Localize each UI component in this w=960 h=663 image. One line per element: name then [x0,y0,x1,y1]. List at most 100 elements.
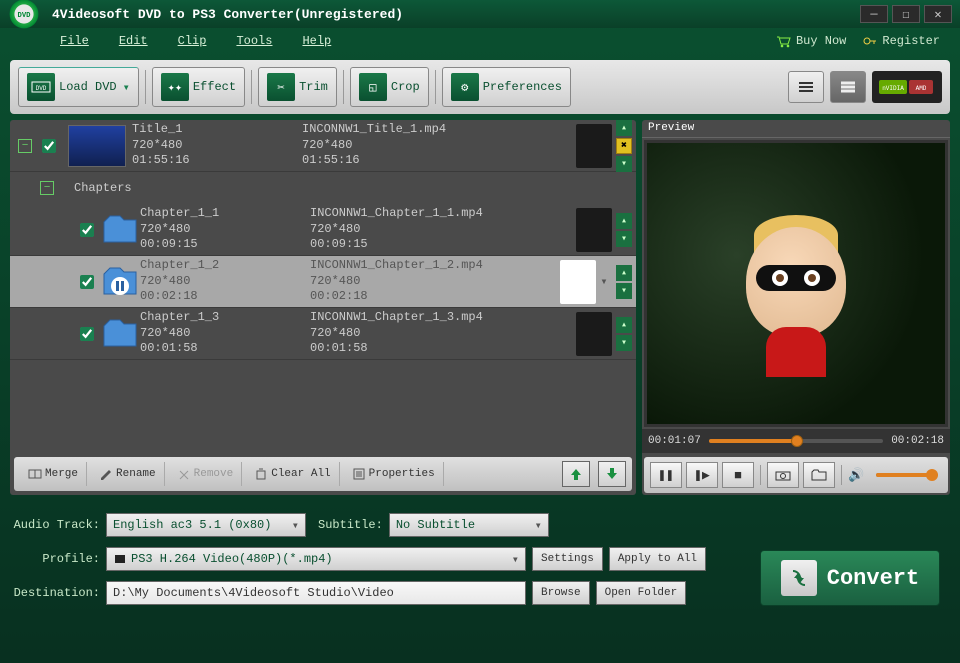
profile-label: Profile: [10,552,100,566]
chapters-header: − Chapters [10,172,636,204]
register-link[interactable]: Register [862,34,940,48]
settings-button[interactable]: Settings [532,547,603,571]
list-toolbar: Merge Rename Remove Clear All Properties [14,457,632,491]
step-button[interactable]: ❚▶ [686,462,718,488]
output-format-icon[interactable] [560,260,596,304]
camera-icon [775,469,791,481]
chapter-row[interactable]: Chapter_1_2720*48000:02:18 INCONNW1_Chap… [10,256,636,308]
audio-track-label: Audio Track: [10,518,100,532]
chapters-collapse-toggle[interactable]: − [40,181,54,195]
chapter-playing-icon [100,264,140,300]
ps3-icon [113,552,127,566]
rename-button[interactable]: Rename [91,462,165,486]
effect-button[interactable]: ✦✦ Effect [152,67,245,107]
destination-label: Destination: [10,586,100,600]
chapter-checkbox[interactable] [80,327,94,341]
status-down-icon[interactable]: ▾ [616,156,632,172]
app-logo-icon: DVD [8,0,40,30]
status-down-icon[interactable]: ▾ [616,335,632,351]
subtitle-label: Subtitle: [318,518,383,532]
format-dropdown[interactable]: ▾ [596,260,612,304]
menu-tools[interactable]: Tools [236,34,272,48]
properties-button[interactable]: Properties [344,462,444,486]
trim-button[interactable]: ✂ Trim [258,67,337,107]
title-checkbox[interactable] [42,139,56,153]
apply-to-all-button[interactable]: Apply to All [609,547,706,571]
destination-input[interactable]: D:\My Documents\4Videosoft Studio\Video [106,581,526,605]
volume-icon[interactable]: 🔊 [848,468,864,483]
list-view-button[interactable] [788,71,824,103]
title-thumbnail [68,125,126,167]
stop-button[interactable]: ■ [722,462,754,488]
open-folder-button[interactable]: Open Folder [596,581,687,605]
chapter-row[interactable]: Chapter_1_1720*48000:09:15 INCONNW1_Chap… [10,204,636,256]
move-down-button[interactable] [598,461,626,487]
svg-text:DVD: DVD [36,85,47,92]
chapter-icon [100,212,140,248]
status-warn-icon[interactable]: ✖ [616,138,632,154]
load-dvd-button[interactable]: DVD Load DVD▾ [18,67,139,107]
output-format-icon[interactable] [576,312,612,356]
pause-button[interactable]: ❚❚ [650,462,682,488]
subtitle-combo[interactable]: No Subtitle▾ [389,513,549,537]
key-icon [862,34,878,48]
menu-clip[interactable]: Clip [178,34,207,48]
chapter-checkbox[interactable] [80,223,94,237]
snapshot-button[interactable] [767,462,799,488]
preview-video[interactable] [644,140,948,427]
preview-panel: Preview 00:01:07 [642,120,950,495]
volume-slider[interactable] [876,473,938,477]
collapse-toggle[interactable]: − [18,139,32,153]
buy-now-link[interactable]: Buy Now [776,34,846,48]
output-format-icon[interactable] [576,208,612,252]
crop-icon: ◱ [359,73,387,101]
total-time: 00:02:18 [891,435,944,447]
cart-icon [776,34,792,48]
audio-track-combo[interactable]: English ac3 5.1 (0x80)▾ [106,513,306,537]
convert-icon [781,560,817,596]
menu-edit[interactable]: Edit [119,34,148,48]
clear-all-button[interactable]: Clear All [246,462,339,486]
crop-button[interactable]: ◱ Crop [350,67,429,107]
status-up-icon[interactable]: ▴ [616,317,632,333]
minimize-button[interactable]: — [860,5,888,23]
svg-text:AMD: AMD [916,85,927,92]
open-snapshot-folder-button[interactable] [803,462,835,488]
profile-combo[interactable]: PS3 H.264 Video(480P)(*.mp4)▾ [106,547,526,571]
menu-file[interactable]: File [60,34,89,48]
status-up-icon[interactable]: ▴ [616,265,632,281]
chapter-row[interactable]: Chapter_1_3720*48000:01:58 INCONNW1_Chap… [10,308,636,360]
file-list: − Title_1 720*480 01:55:16 INCONNW1_Titl… [10,120,636,495]
merge-button[interactable]: Merge [20,462,87,486]
thumbnail-view-button[interactable] [830,71,866,103]
remove-button[interactable]: Remove [169,462,243,486]
browse-button[interactable]: Browse [532,581,590,605]
output-format-icon[interactable] [576,124,612,168]
maximize-button[interactable]: ☐ [892,5,920,23]
window-title: 4Videosoft DVD to PS3 Converter(Unregist… [52,7,856,22]
gear-icon: ⚙ [451,73,479,101]
status-up-icon[interactable]: ▴ [616,120,632,136]
effect-icon: ✦✦ [161,73,189,101]
dvd-icon: DVD [27,73,55,101]
chapter-checkbox[interactable] [80,275,94,289]
chapter-icon [100,316,140,352]
menu-help[interactable]: Help [302,34,331,48]
svg-text:DVD: DVD [18,12,32,20]
convert-button[interactable]: Convert [760,550,940,606]
gpu-indicator: nVIDIA AMD [872,71,942,103]
status-down-icon[interactable]: ▾ [616,231,632,247]
move-up-button[interactable] [562,461,590,487]
scissors-icon: ✂ [267,73,295,101]
folder-icon [811,469,827,481]
status-down-icon[interactable]: ▾ [616,283,632,299]
svg-text:nVIDIA: nVIDIA [882,85,904,92]
main-toolbar: DVD Load DVD▾ ✦✦ Effect ✂ Trim ◱ Crop ⚙ … [10,60,950,114]
seek-slider[interactable] [709,439,883,443]
status-up-icon[interactable]: ▴ [616,213,632,229]
close-button[interactable]: ✕ [924,5,952,23]
current-time: 00:01:07 [648,435,701,447]
title-row[interactable]: − Title_1 720*480 01:55:16 INCONNW1_Titl… [10,120,636,172]
preferences-button[interactable]: ⚙ Preferences [442,67,571,107]
preview-label: Preview [648,122,694,134]
